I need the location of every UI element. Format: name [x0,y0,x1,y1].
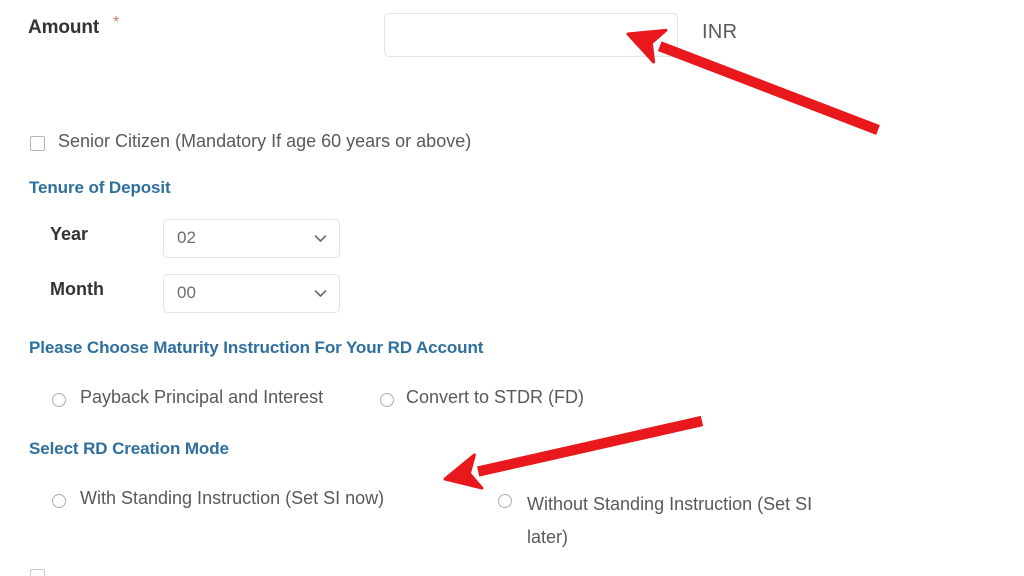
creation-mode-option-with-si-radio[interactable] [52,494,66,508]
currency-label-inr: INR [702,21,738,43]
rd-creation-mode-heading: Select RD Creation Mode [29,439,229,458]
year-select[interactable]: 02 [163,219,340,258]
maturity-option-payback-radio[interactable] [52,393,66,407]
creation-mode-option-with-si-label: With Standing Instruction (Set SI now) [80,488,385,508]
form-page: Amount * INR Senior Citizen (Mandatory I… [0,0,1024,576]
senior-citizen-row: Senior Citizen (Mandatory If age 60 year… [0,131,1024,161]
amount-field-row: Amount * INR [0,0,1024,72]
amount-input[interactable] [384,13,678,57]
required-asterisk: * [113,14,120,31]
month-label: Month [50,279,104,299]
year-select-value: 02 [177,228,196,247]
amount-label: Amount [28,17,100,38]
tenure-of-deposit-heading: Tenure of Deposit [29,178,171,197]
maturity-option-payback-label: Payback Principal and Interest [80,387,324,407]
senior-citizen-checkbox[interactable] [30,136,45,151]
partial-checkbox-below-fold[interactable] [30,569,45,576]
month-select-value: 00 [177,283,196,302]
senior-citizen-label: Senior Citizen (Mandatory If age 60 year… [58,131,472,151]
maturity-option-convert-stdr-radio[interactable] [380,393,394,407]
year-label: Year [50,224,89,244]
month-select[interactable]: 00 [163,274,340,313]
maturity-option-convert-stdr-label: Convert to STDR (FD) [406,387,585,407]
creation-mode-option-without-si-label: Without Standing Instruction (Set SI lat… [527,494,813,547]
creation-mode-option-without-si-radio[interactable] [498,494,512,508]
maturity-instruction-heading: Please Choose Maturity Instruction For Y… [29,338,484,357]
